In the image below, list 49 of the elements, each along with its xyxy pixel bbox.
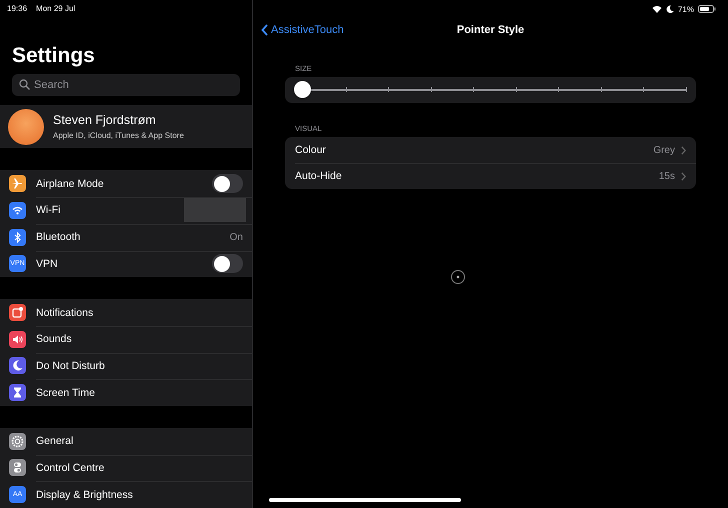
settings-row[interactable]: Wi-Fi bbox=[0, 197, 252, 224]
pointer-circle bbox=[451, 270, 465, 284]
row-label: Do Not Disturb bbox=[36, 360, 106, 372]
battery-icon bbox=[698, 5, 716, 13]
settings-row[interactable]: Notifications bbox=[0, 299, 252, 326]
wifi-icon bbox=[652, 5, 662, 13]
chevron-right-icon bbox=[681, 146, 686, 154]
row-label: Bluetooth bbox=[36, 231, 82, 244]
settings-row[interactable]: Sounds bbox=[0, 326, 252, 353]
profile-row[interactable]: Steven Fjordstrøm Apple ID, iCloud, iTunes & App Store bbox=[0, 104, 252, 148]
row-value: Grey bbox=[653, 144, 675, 156]
toggle-switch[interactable] bbox=[212, 174, 243, 194]
search-field[interactable]: Search bbox=[12, 74, 240, 96]
settings-row[interactable]: Airplane Mode bbox=[0, 170, 252, 198]
page-title: Pointer Style bbox=[456, 24, 526, 36]
row-label: Screen Time bbox=[36, 386, 96, 399]
settings-row[interactable]: Screen Time bbox=[0, 379, 252, 406]
moon-icon bbox=[666, 5, 674, 13]
status-time: 19:36 bbox=[7, 4, 28, 13]
row-label: Notifications bbox=[36, 306, 94, 319]
settings-row[interactable]: Bluetooth On bbox=[0, 224, 252, 250]
row-label: VPN bbox=[36, 258, 59, 270]
row-label: Display & Brightness bbox=[36, 488, 134, 501]
back-button[interactable]: AssistiveTouch bbox=[261, 24, 344, 36]
chevron-left-icon bbox=[261, 24, 268, 36]
row-label: Auto-Hide bbox=[295, 170, 343, 182]
redacted-block bbox=[184, 198, 246, 222]
profile-subtitle: Apple ID, iCloud, iTunes & App Store bbox=[53, 131, 184, 140]
row-label: Sounds bbox=[36, 333, 73, 346]
settings-row[interactable]: Do Not Disturb bbox=[0, 352, 252, 380]
profile-name: Steven Fjordstrøm bbox=[53, 113, 157, 128]
avatar bbox=[8, 108, 44, 145]
row-value: 15s bbox=[658, 170, 675, 182]
row-label: Airplane Mode bbox=[36, 178, 105, 190]
row-label: General bbox=[36, 435, 74, 448]
battery-percent: 71% bbox=[678, 4, 694, 14]
settings-row[interactable]: General bbox=[0, 428, 252, 455]
status-date: Mon 29 Jul bbox=[36, 4, 76, 13]
row-label: Colour bbox=[295, 144, 327, 156]
row-label: Control Centre bbox=[36, 462, 106, 474]
slider-thumb[interactable] bbox=[294, 81, 311, 98]
row-label: Wi-Fi bbox=[36, 204, 62, 216]
setting-row[interactable]: Auto-Hide 15s bbox=[285, 163, 696, 189]
setting-row[interactable]: Colour Grey bbox=[285, 137, 696, 163]
toggle-switch[interactable] bbox=[212, 254, 243, 274]
row-value: On bbox=[230, 232, 243, 243]
settings-row[interactable]: Control Centre bbox=[0, 454, 252, 482]
sidebar-title: Settings bbox=[11, 43, 96, 70]
chevron-right-icon bbox=[681, 172, 686, 180]
